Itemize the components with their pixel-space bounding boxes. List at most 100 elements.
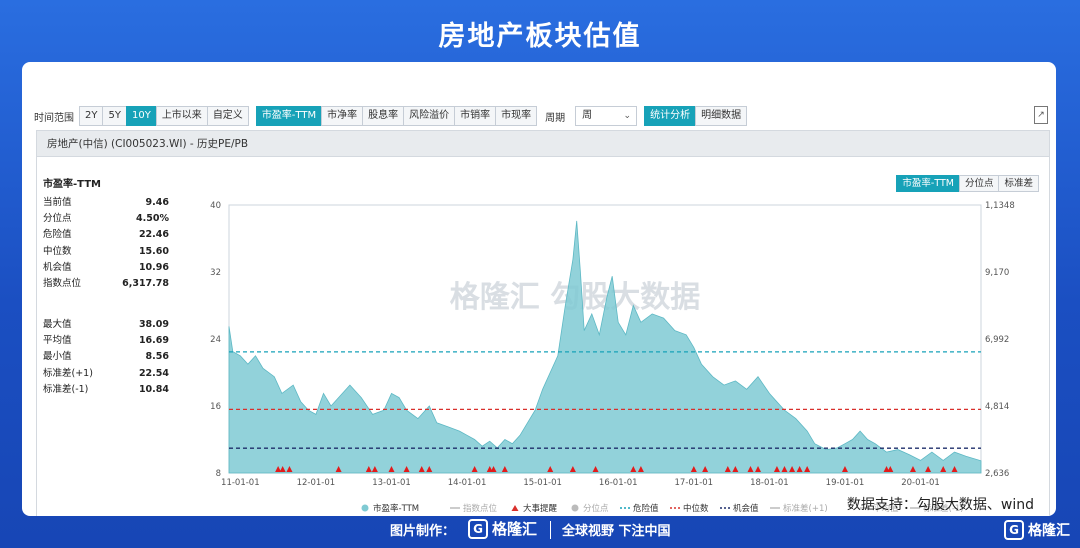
view-button-1[interactable]: 明细数据 xyxy=(695,106,748,126)
stat-value: 8.56 xyxy=(145,351,169,363)
metric-button-4[interactable]: 市销率 xyxy=(454,106,497,126)
y-left-tick-1: 16 xyxy=(210,402,221,412)
chart-panel: 房地产(中信) (CI005023.WI) - 历史PE/PB 市盈率-TTM … xyxy=(36,130,1050,516)
stats-top: 当前值 9.46 分位点 4.50% 危险值 22.46 中位数 15.60 机会值 10.96 指… xyxy=(43,195,169,292)
legend-marker-2 xyxy=(511,505,519,511)
stat-row: 标准差(+1) 22.54 xyxy=(43,366,169,382)
stat-row: 最大值 38.09 xyxy=(43,317,169,333)
slogan: 全球视野 下注中国 xyxy=(562,524,671,539)
x-tick-1: 12-01-01 xyxy=(297,478,336,488)
stat-row: 机会值 10.96 xyxy=(43,260,169,276)
metric-button-2[interactable]: 股息率 xyxy=(362,106,405,126)
time-button-2[interactable]: 10Y xyxy=(125,106,157,126)
stat-value: 10.84 xyxy=(138,383,169,395)
stat-label: 机会值 xyxy=(43,261,72,273)
stat-row: 分位点 4.50% xyxy=(43,211,169,227)
stat-value: 15.60 xyxy=(138,245,169,257)
stat-row: 平均值 16.69 xyxy=(43,333,169,349)
divider xyxy=(550,521,551,539)
x-tick-0: 11-01-01 xyxy=(221,478,260,488)
stat-row: 指数点位 6,317.78 xyxy=(43,276,169,292)
x-tick-4: 15-01-01 xyxy=(523,478,562,488)
y-left-tick-2: 24 xyxy=(210,335,221,345)
corner-logo: G 格隆汇 xyxy=(1004,520,1070,540)
corner-logo-icon: G xyxy=(1004,520,1024,540)
time-range-label: 时间范围 xyxy=(34,112,74,124)
x-tick-2: 13-01-01 xyxy=(372,478,411,488)
legend-label-2: 大事提醒 xyxy=(523,503,558,514)
stat-label: 当前值 xyxy=(43,197,72,208)
legend-label-4: 危险值 xyxy=(633,503,659,514)
y-right-tick-1: 4,814 xyxy=(985,402,1009,412)
stats-bottom: 最大值 38.09 平均值 16.69 最小值 8.56 标准差(+1) 22.54 标准差(-… xyxy=(43,317,169,398)
stat-row: 危险值 22.46 xyxy=(43,227,169,243)
stat-label: 最大值 xyxy=(43,319,72,330)
time-button-3[interactable]: 上市以来 xyxy=(155,106,208,126)
metric-button-1[interactable]: 市净率 xyxy=(321,106,364,126)
time-button-1[interactable]: 5Y xyxy=(102,106,127,126)
x-tick-7: 18-01-01 xyxy=(750,478,789,488)
made-by-label: 图片制作： xyxy=(390,524,456,539)
brand-logo-icon: G xyxy=(468,518,488,539)
legend-label-3: 分位点 xyxy=(583,503,609,514)
stat-label: 最小值 xyxy=(43,351,72,363)
brand-logo: G 格隆汇 xyxy=(468,518,537,539)
view-button-0[interactable]: 统计分析 xyxy=(644,106,697,126)
legend-marker-3 xyxy=(571,504,579,512)
metric-button-0[interactable]: 市盈率-TTM xyxy=(255,106,323,126)
stat-value: 6,317.78 xyxy=(122,277,169,289)
panel-header: 房地产(中信) (CI005023.WI) - 历史PE/PB xyxy=(37,131,1049,157)
stat-value: 22.54 xyxy=(138,367,169,379)
stat-row: 当前值 9.46 xyxy=(43,195,169,211)
period-select[interactable]: 周 ⌄ xyxy=(575,106,638,126)
period-label: 周期 xyxy=(545,112,566,124)
chevron-down-icon: ⌄ xyxy=(623,111,632,121)
stat-label: 危险值 xyxy=(43,229,72,241)
data-source: 数据支持：勾股大数据、wind xyxy=(846,497,1034,513)
page-title: 房地产板块估值 xyxy=(438,21,642,52)
legend-label-7: 标准差(+1) xyxy=(783,503,828,514)
corner-brand-name: 格隆汇 xyxy=(1028,523,1070,539)
y-left-tick-4: 40 xyxy=(210,201,221,211)
view-group: 统计分析 明细数据 xyxy=(644,106,748,126)
metric-button-3[interactable]: 风险溢价 xyxy=(403,106,456,126)
stat-title: 市盈率-TTM xyxy=(43,179,101,190)
stat-label: 分位点 xyxy=(43,213,72,225)
x-tick-5: 16-01-01 xyxy=(599,478,638,488)
stat-value: 16.69 xyxy=(138,335,169,347)
toolbar: 时间范围 2Y 5Y 10Y 上市以来 自定义 市盈率-TTM 市净率 股息率 风险溢价 市销率… xyxy=(34,104,748,128)
stat-value: 38.09 xyxy=(138,319,169,330)
period-value: 周 xyxy=(582,110,593,121)
stat-label: 标准差(-1) xyxy=(43,383,89,395)
stat-value: 22.46 xyxy=(138,229,169,241)
metric-group: 市盈率-TTM 市净率 股息率 风险溢价 市销率 市现率 xyxy=(255,106,538,126)
y-right-tick-0: 2,636 xyxy=(985,469,1009,479)
stat-label: 平均值 xyxy=(43,335,72,347)
time-button-0[interactable]: 2Y xyxy=(79,106,104,126)
y-right-tick-2: 6,992 xyxy=(985,335,1009,345)
stat-value: 9.46 xyxy=(145,197,169,208)
bottom-bar: 图片制作： G 格隆汇 全球视野 下注中国 xyxy=(0,518,1080,544)
stat-label: 标准差(+1) xyxy=(43,367,93,379)
legend-label-6: 机会值 xyxy=(733,503,759,514)
time-range-group: 2Y 5Y 10Y 上市以来 自定义 xyxy=(79,106,249,126)
time-button-4[interactable]: 自定义 xyxy=(206,106,249,126)
legend-marker-0 xyxy=(361,504,369,512)
stat-row: 中位数 15.60 xyxy=(43,244,169,260)
export-icon[interactable]: ↗ xyxy=(1034,106,1048,124)
legend-label-0: 市盈率-TTM xyxy=(373,503,419,514)
stat-label: 中位数 xyxy=(43,245,72,257)
x-tick-9: 20-01-01 xyxy=(901,478,940,488)
main-card: 时间范围 2Y 5Y 10Y 上市以来 自定义 市盈率-TTM 市净率 股息率 风险溢价 市销率… xyxy=(22,62,1056,516)
pe-chart: 格隆汇 勾股大数据8162432402,6364,8146,9929,1701,… xyxy=(210,201,1015,514)
x-tick-3: 14-01-01 xyxy=(448,478,487,488)
stat-value: 4.50% xyxy=(136,213,169,225)
metric-button-5[interactable]: 市现率 xyxy=(495,106,538,126)
stat-row: 标准差(-1) 10.84 xyxy=(43,382,169,398)
legend-label-5: 中位数 xyxy=(683,503,709,514)
y-left-tick-3: 32 xyxy=(210,268,221,278)
legend-label-1: 指数点位 xyxy=(463,503,498,514)
brand-name: 格隆汇 xyxy=(492,520,538,538)
y-right-tick-3: 9,170 xyxy=(985,268,1009,278)
stat-value: 10.96 xyxy=(138,261,169,273)
